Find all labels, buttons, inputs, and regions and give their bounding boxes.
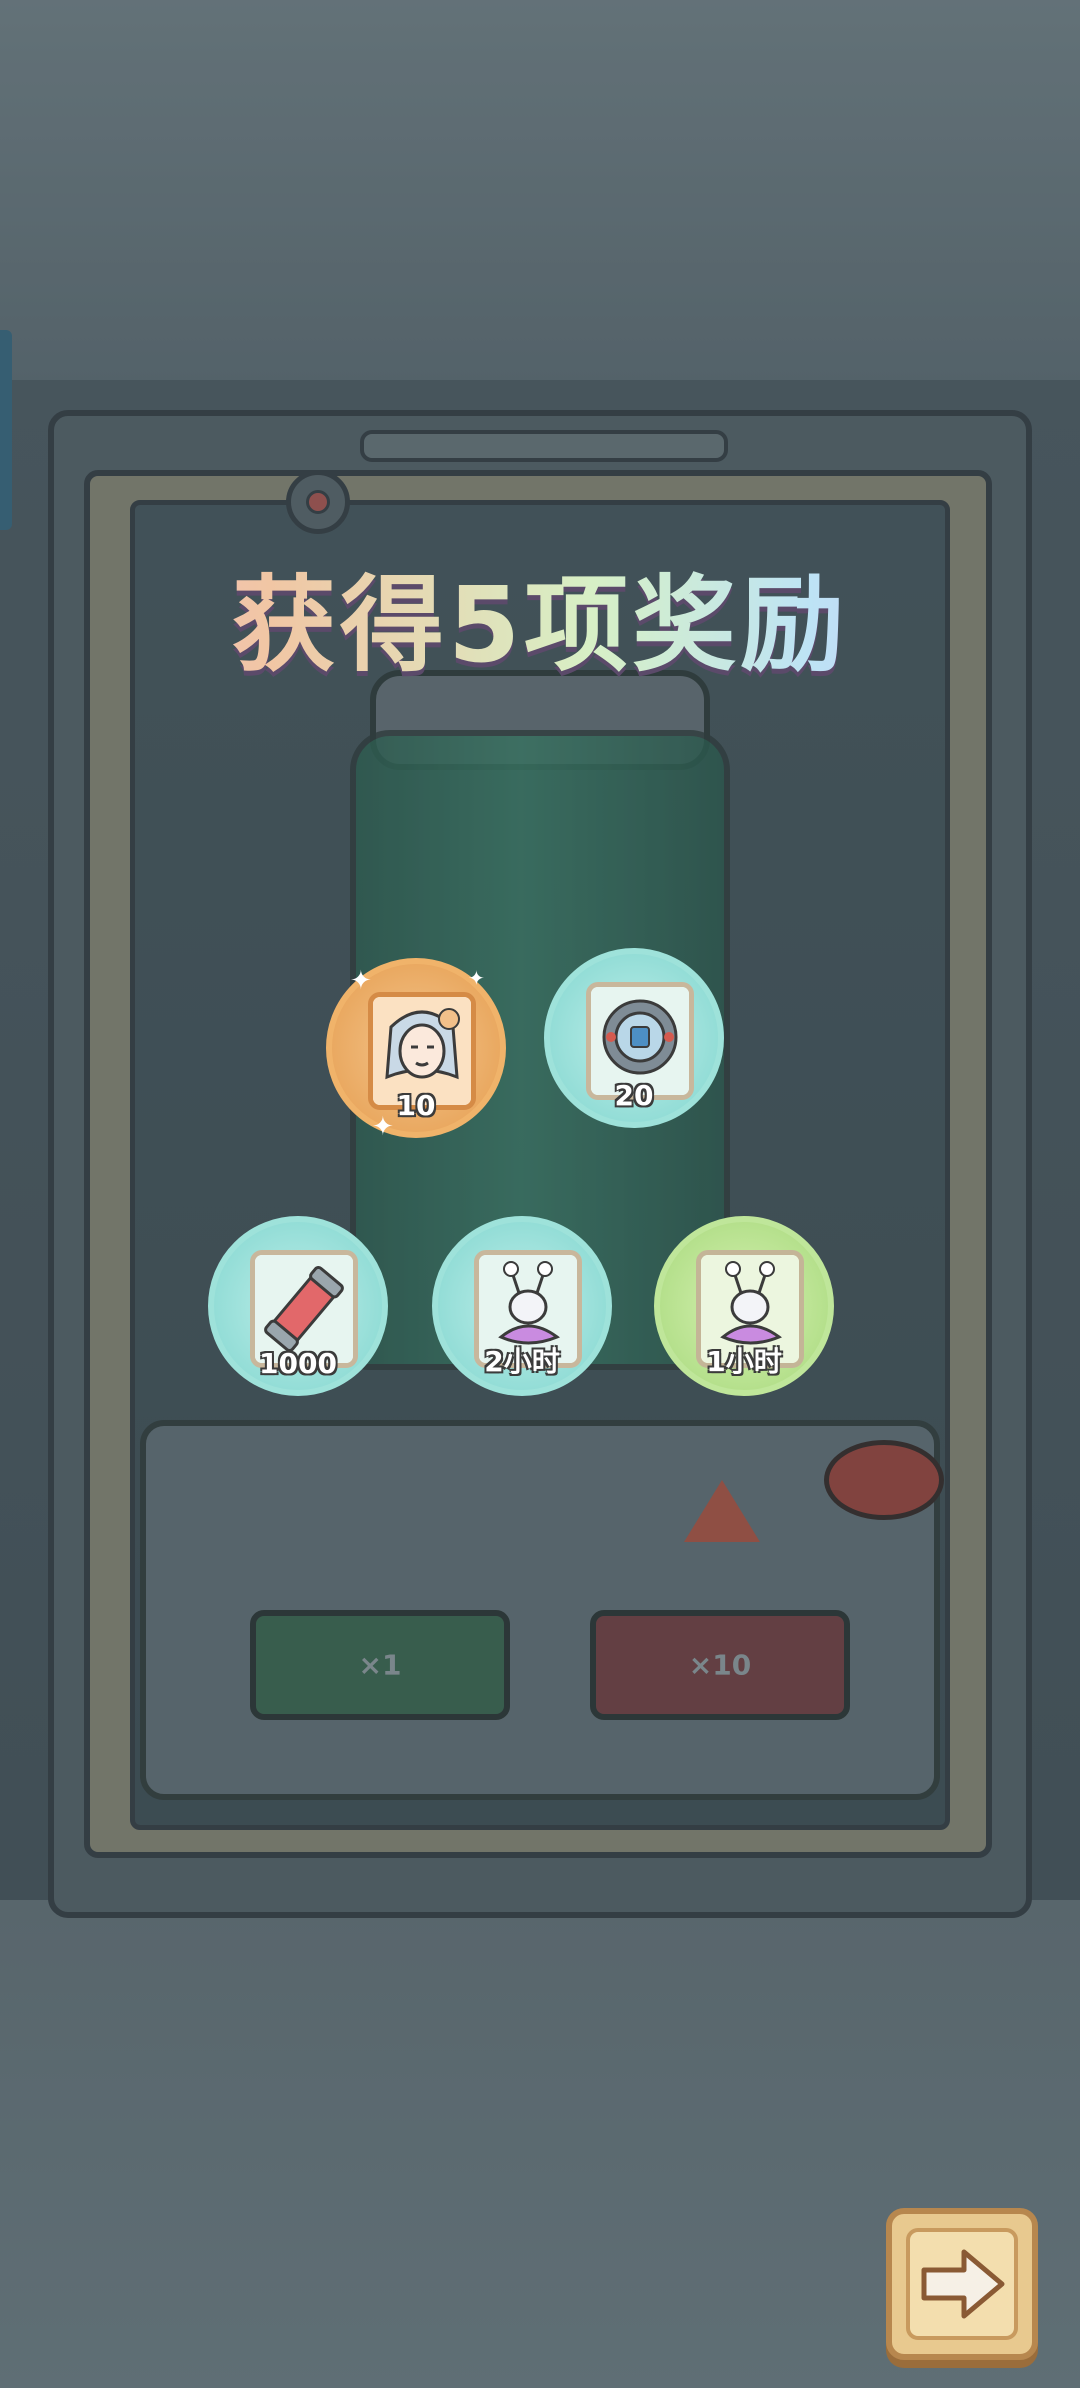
reward-item-character[interactable]: 10 ✦ ✦ ✦ (326, 958, 506, 1142)
reward-item-capsule[interactable]: 1000 (208, 1216, 388, 1396)
sparkle-icon: ✦ (372, 1112, 394, 1142)
sparkle-icon: ✦ (350, 966, 372, 996)
next-button[interactable] (886, 2208, 1038, 2360)
reward-amount: 2小时 (484, 1345, 560, 1378)
reward-amount: 1小时 (706, 1345, 782, 1378)
reward-item-snail-1h[interactable]: 1小时 (654, 1216, 834, 1396)
reward-amount: 10 (396, 1089, 436, 1122)
reward-item-snail-2h[interactable]: 2小时 (432, 1216, 612, 1396)
reward-item-compass[interactable]: 20 (544, 948, 724, 1128)
reward-amount: 1000 (259, 1347, 337, 1380)
dim-overlay (0, 0, 1080, 2388)
next-button-inner (906, 2228, 1018, 2340)
reward-amount: 20 (614, 1079, 654, 1112)
arrow-right-icon (921, 2249, 1005, 2319)
sparkle-icon: ✦ (468, 966, 485, 990)
reward-title: 获得5项奖励 (0, 540, 1080, 691)
background-scene: ×1 ×10 (0, 0, 1080, 2388)
